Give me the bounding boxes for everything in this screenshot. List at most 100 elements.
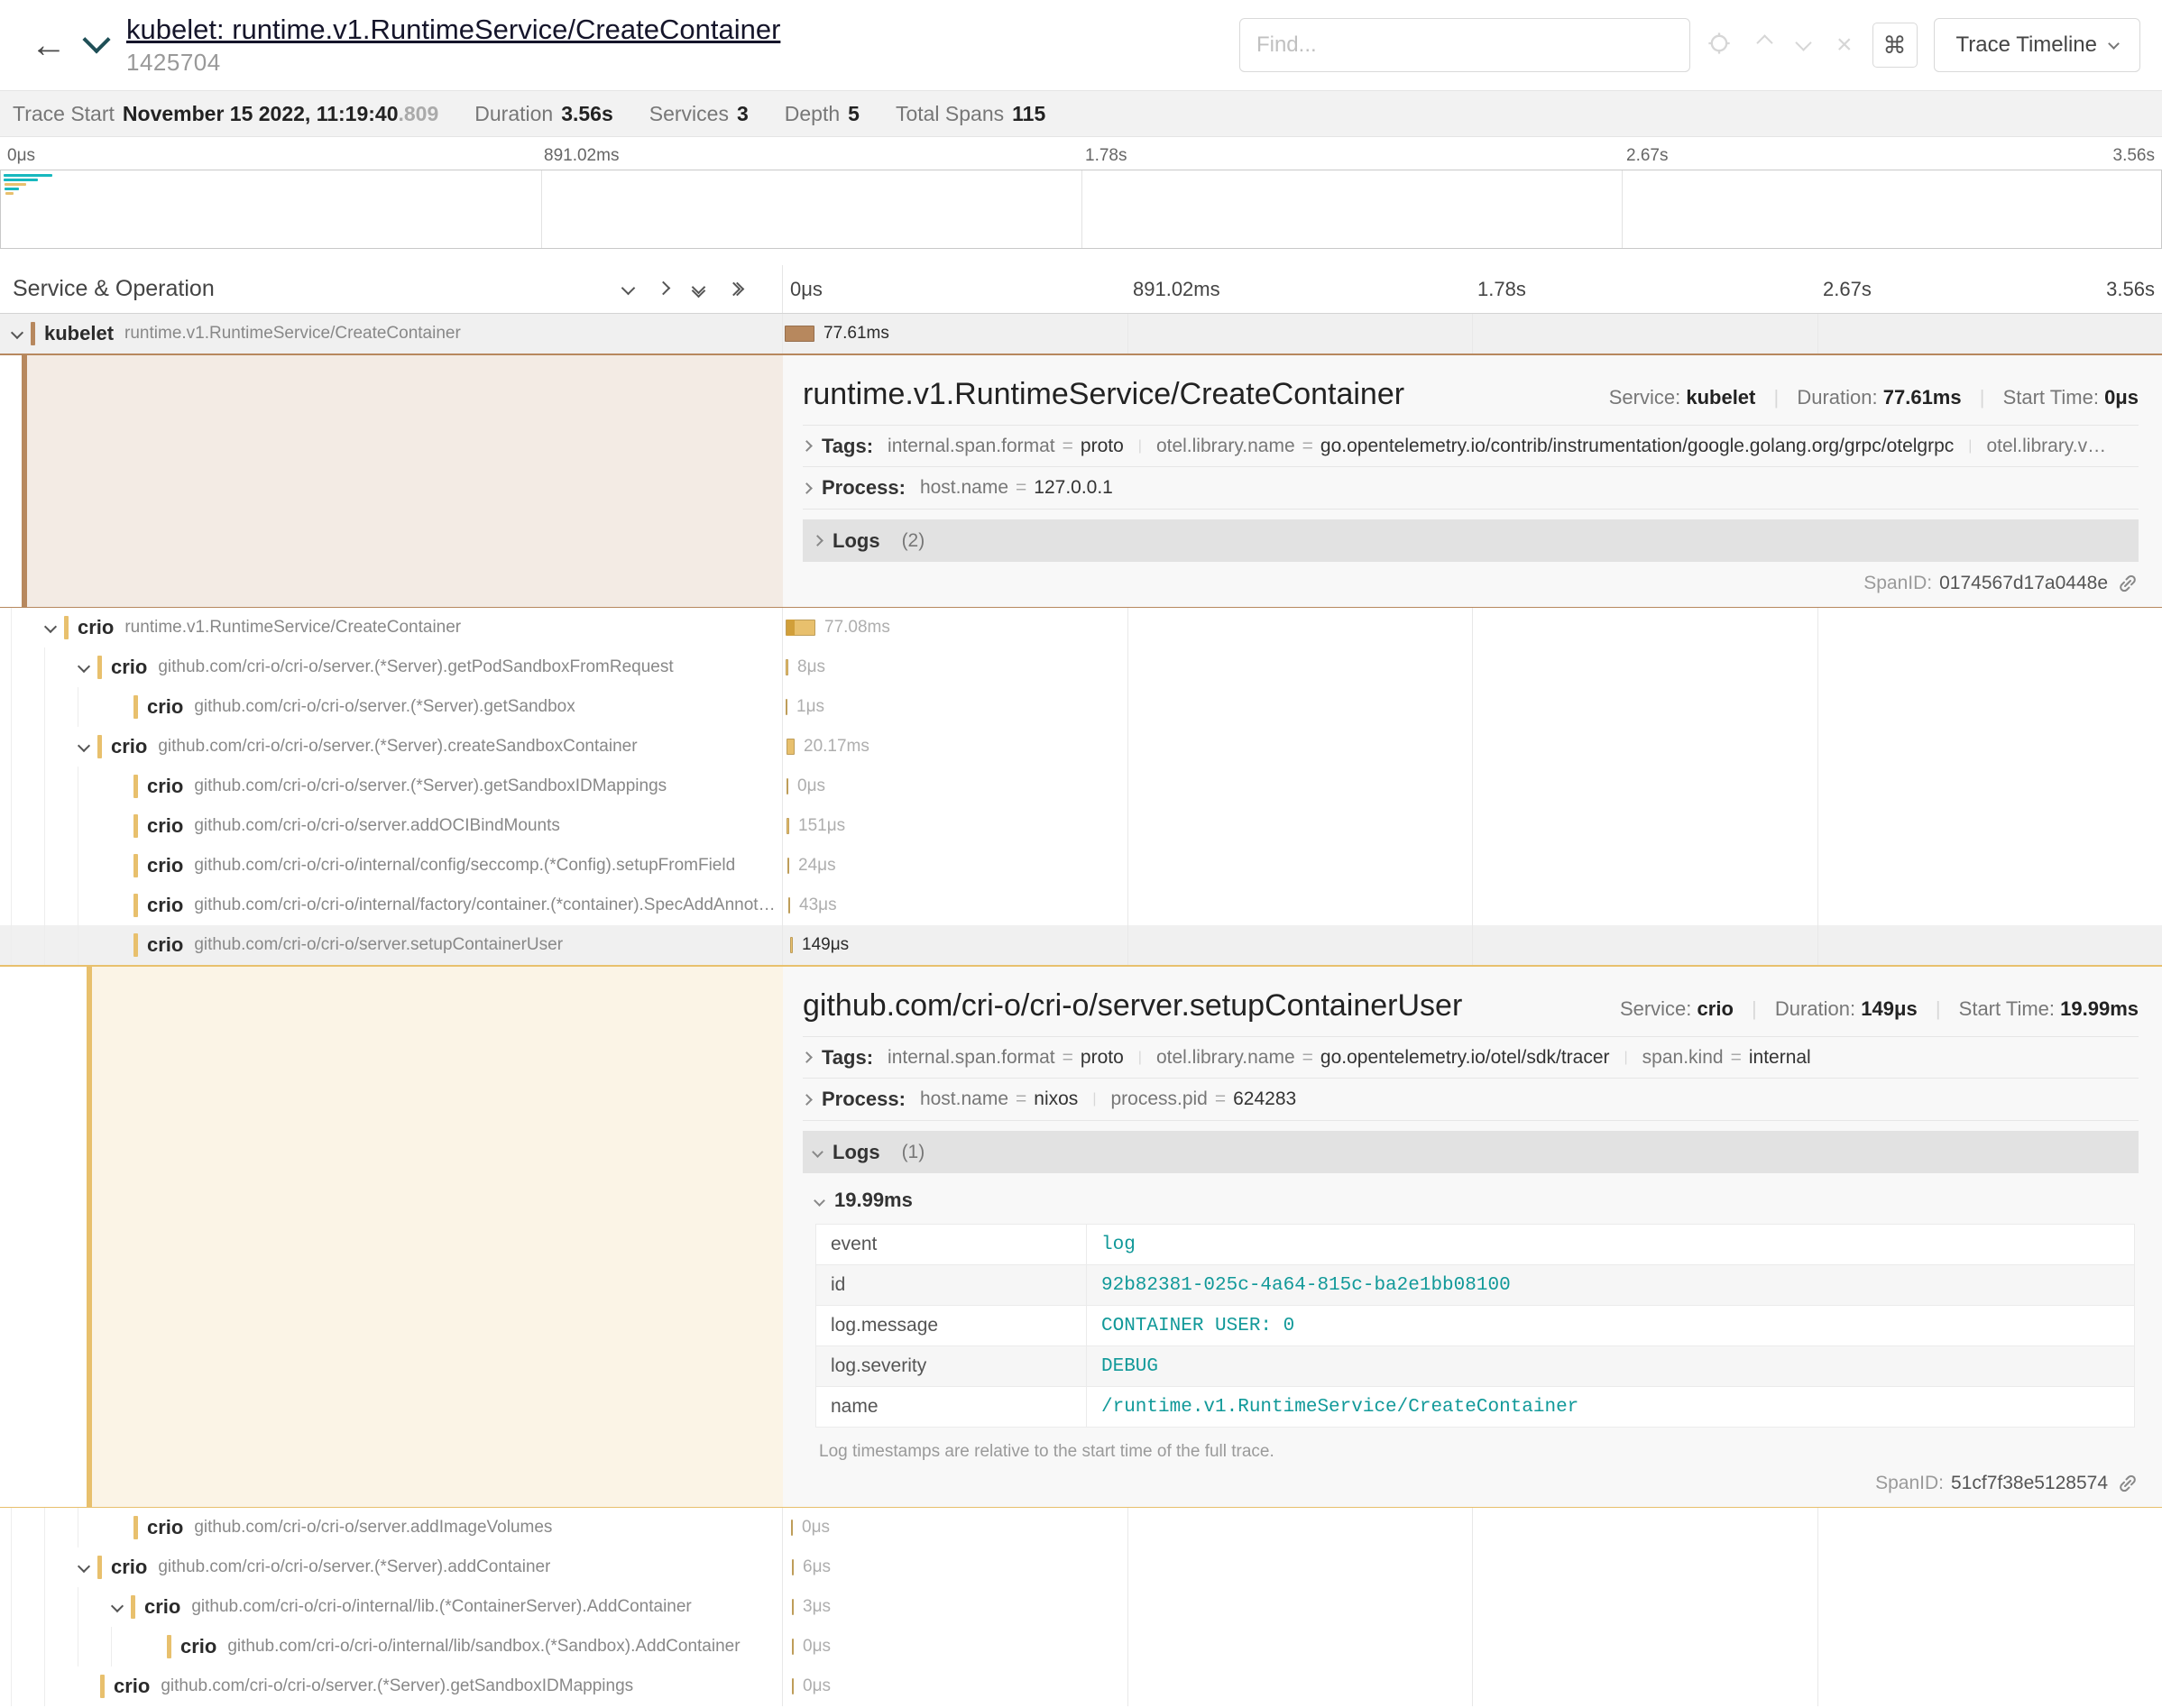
- span-name-cell: criogithub.com/cri-o/cri-o/server.(*Serv…: [0, 1547, 783, 1587]
- find-input[interactable]: [1239, 18, 1690, 72]
- span-id-footer: SpanID: 0174567d17a0448e: [803, 573, 2139, 594]
- span-row[interactable]: criogithub.com/cri-o/cri-o/server.(*Serv…: [0, 767, 2162, 806]
- back-button[interactable]: ←: [18, 25, 79, 66]
- span-row[interactable]: criogithub.com/cri-o/cri-o/internal/lib/…: [0, 1627, 2162, 1667]
- span-name-cell: kubelet runtime.v1.RuntimeService/CreateC…: [0, 314, 783, 354]
- depth-summary: Depth5: [785, 102, 860, 126]
- tree-indent-guide: [11, 608, 44, 647]
- span-bar[interactable]: [787, 778, 788, 794]
- span-row[interactable]: criogithub.com/cri-o/cri-o/internal/lib.…: [0, 1587, 2162, 1627]
- span-operation-name: runtime.v1.RuntimeService/CreateContaine…: [124, 324, 461, 344]
- span-service-name: kubelet: [44, 322, 114, 345]
- process-summary-row[interactable]: Process: host.name=nixos | process.pid=6…: [803, 1079, 2139, 1121]
- prev-match-icon[interactable]: [1759, 37, 1771, 53]
- expand-chevron-icon[interactable]: [79, 1559, 88, 1575]
- log-field-key: log.severity: [816, 1346, 1087, 1387]
- keyboard-shortcuts-button[interactable]: ⌘: [1872, 23, 1918, 68]
- clear-search-icon[interactable]: ×: [1836, 32, 1853, 59]
- process-summary-row[interactable]: Process: host.name=127.0.0.1: [803, 467, 2139, 510]
- tree-indent-guide: [78, 1627, 111, 1667]
- expand-right-icon: [803, 440, 813, 452]
- span-timeline-cell: 0μs: [783, 1627, 2162, 1667]
- span-duration-label: 8μs: [797, 657, 825, 677]
- deep-link-icon[interactable]: [2117, 573, 2139, 594]
- expand-all-icon[interactable]: [729, 284, 742, 294]
- service-color-strip: [31, 322, 35, 345]
- span-duration-label: 0μs: [802, 1518, 830, 1538]
- span-bar[interactable]: [792, 1559, 794, 1575]
- minimap-span-bar: [5, 188, 19, 190]
- tree-indent-guide: [78, 687, 111, 727]
- logs-summary-row[interactable]: Logs (2): [803, 519, 2139, 562]
- next-match-icon[interactable]: [1798, 37, 1809, 53]
- span-row[interactable]: crio github.com/cri-o/cri-o/server.addOCI…: [0, 806, 2162, 846]
- collapse-all-icon[interactable]: [694, 282, 704, 296]
- span-service-name: crio: [180, 1635, 216, 1658]
- detail-accent-column: [22, 355, 783, 607]
- logs-summary-row[interactable]: Logs (1): [803, 1131, 2139, 1173]
- span-bar[interactable]: [786, 699, 787, 715]
- trace-view-selector[interactable]: Trace Timeline: [1934, 18, 2141, 72]
- span-bar[interactable]: [792, 1639, 794, 1655]
- span-name-cell: criogithub.com/cri-o/cri-o/internal/lib/…: [0, 1627, 783, 1667]
- expand-chevron-icon[interactable]: [113, 1599, 122, 1615]
- focus-span-icon[interactable]: [1707, 31, 1732, 60]
- span-row[interactable]: criogithub.com/cri-o/cri-o/server.(*Serv…: [0, 1667, 2162, 1706]
- log-field-row: log.severityDEBUG: [816, 1346, 2135, 1387]
- service-color-strip: [133, 894, 138, 917]
- trace-title-link[interactable]: kubelet: runtime.v1.RuntimeService/Creat…: [126, 14, 780, 46]
- minimap-canvas[interactable]: [0, 170, 2162, 249]
- tree-indent-guide: [44, 1667, 78, 1706]
- chevron-down-icon: [2108, 38, 2120, 50]
- collapse-one-icon[interactable]: [623, 281, 633, 298]
- span-bar[interactable]: [786, 659, 788, 675]
- span-bar[interactable]: [790, 937, 793, 953]
- span-row[interactable]: criogithub.com/cri-o/cri-o/server.setupC…: [0, 925, 2162, 965]
- log-entry-header[interactable]: 19.99ms: [815, 1182, 2139, 1218]
- total-spans-summary: Total Spans115: [896, 102, 1045, 126]
- trace-view-selector-label: Trace Timeline: [1956, 32, 2098, 58]
- span-bar[interactable]: [791, 1520, 793, 1536]
- minimap-span-bar: [5, 192, 14, 195]
- tree-indent-guide: [44, 1627, 78, 1667]
- span-operation-name: github.com/cri-o/cri-o/server.addOCIBind…: [194, 816, 560, 836]
- span-row[interactable]: kubelet runtime.v1.RuntimeService/CreateC…: [0, 314, 2162, 354]
- span-bar[interactable]: [792, 1678, 794, 1694]
- span-row[interactable]: criogithub.com/cri-o/cri-o/server.addIma…: [0, 1508, 2162, 1547]
- span-timeline-cell: 77.08ms: [783, 608, 2162, 647]
- span-bar[interactable]: [787, 739, 795, 755]
- span-timeline-cell: 0μs: [783, 1667, 2162, 1706]
- span-bar[interactable]: [786, 620, 815, 636]
- service-color-strip: [133, 1516, 138, 1539]
- trace-collapse-chevron-icon[interactable]: [87, 30, 106, 54]
- expand-chevron-icon[interactable]: [13, 326, 22, 342]
- span-id-footer: SpanID: 51cf7f38e5128574: [803, 1473, 2139, 1494]
- span-row[interactable]: criogithub.com/cri-o/cri-o/server.(*Serv…: [0, 687, 2162, 727]
- log-field-value: /runtime.v1.RuntimeService/CreateContain…: [1087, 1387, 2135, 1428]
- span-row[interactable]: crioruntime.v1.RuntimeService/CreateCont…: [0, 608, 2162, 647]
- span-service-name: crio: [147, 814, 183, 838]
- log-field-row: id92b82381-025c-4a64-815c-ba2e1bb08100: [816, 1265, 2135, 1306]
- span-timeline-cell: 20.17ms: [783, 727, 2162, 767]
- span-row[interactable]: criogithub.com/cri-o/cri-o/internal/fact…: [0, 886, 2162, 925]
- span-bar[interactable]: [787, 858, 789, 874]
- expand-one-icon[interactable]: [658, 281, 668, 298]
- tags-summary-row[interactable]: Tags: internal.span.format=proto | otel.…: [803, 425, 2139, 467]
- span-bar[interactable]: [792, 1599, 794, 1615]
- expand-chevron-icon[interactable]: [79, 659, 88, 675]
- span-row[interactable]: criogithub.com/cri-o/cri-o/server.(*Serv…: [0, 647, 2162, 687]
- span-bar[interactable]: [787, 818, 789, 834]
- span-duration-label: 3μs: [803, 1597, 831, 1617]
- expand-chevron-icon[interactable]: [46, 620, 55, 636]
- tree-indent-guide: [78, 1587, 111, 1627]
- expand-chevron-icon[interactable]: [79, 739, 88, 755]
- span-row[interactable]: criogithub.com/cri-o/cri-o/server.(*Serv…: [0, 1547, 2162, 1587]
- span-row[interactable]: criogithub.com/cri-o/cri-o/server.(*Serv…: [0, 727, 2162, 767]
- tags-summary-row[interactable]: Tags: internal.span.format=proto | otel.…: [803, 1036, 2139, 1079]
- chevron-down-icon: [111, 1600, 124, 1612]
- deep-link-icon[interactable]: [2117, 1473, 2139, 1494]
- span-bar[interactable]: [785, 326, 814, 342]
- span-bar[interactable]: [788, 897, 790, 914]
- chevron-down-icon: [78, 739, 90, 752]
- span-row[interactable]: criogithub.com/cri-o/cri-o/internal/conf…: [0, 846, 2162, 886]
